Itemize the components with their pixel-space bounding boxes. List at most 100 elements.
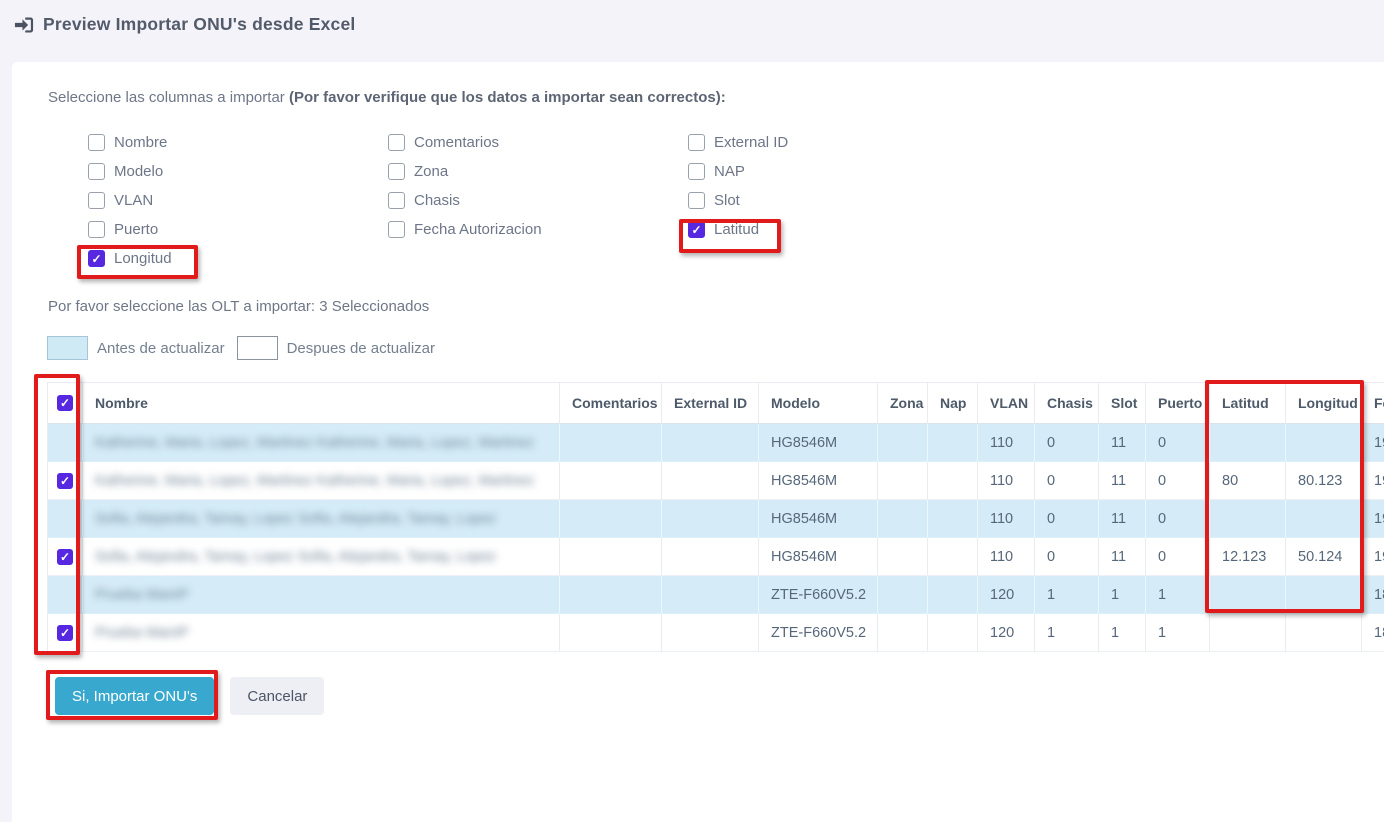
column-option-label: Longitud bbox=[114, 250, 172, 267]
cell-comentarios bbox=[560, 538, 662, 576]
row-select-cell bbox=[47, 424, 83, 462]
page-title: Preview Importar ONU's desde Excel bbox=[43, 14, 355, 35]
cell-chasis: 0 bbox=[1035, 500, 1099, 538]
legend-label-before: Antes de actualizar bbox=[97, 340, 225, 357]
onu-name-redacted: Prueba WanIP bbox=[95, 625, 189, 641]
checkbox-group-3: External IDNAPSlotLatitud bbox=[688, 134, 788, 238]
column-option-label: Nombre bbox=[114, 134, 167, 151]
cell-fecha-autorizacion: 19 bbox=[1362, 538, 1384, 576]
cell-comentarios bbox=[560, 424, 662, 462]
column-checkbox-latitud[interactable] bbox=[688, 221, 705, 238]
column-option-label: NAP bbox=[714, 163, 745, 180]
legend-label-after: Despues de actualizar bbox=[287, 340, 435, 357]
cell-zona bbox=[878, 462, 928, 500]
cell-longitud bbox=[1286, 424, 1362, 462]
sign-in-icon bbox=[14, 15, 34, 35]
olt-selected-count: 3 Seleccionados bbox=[319, 298, 429, 315]
row-select-cell bbox=[47, 500, 83, 538]
cell-vlan: 110 bbox=[978, 424, 1035, 462]
column-checkbox-fecha-autorizacion[interactable] bbox=[388, 221, 405, 238]
column-checkbox-external-id[interactable] bbox=[688, 134, 705, 151]
column-header-puerto: Puerto bbox=[1146, 383, 1210, 424]
cell-nap bbox=[928, 576, 978, 614]
column-checkbox-longitud[interactable] bbox=[88, 250, 105, 267]
table-row: Sofia, Alejandra, Tamay, Lopez Sofia, Al… bbox=[47, 500, 1384, 538]
import-confirm-button[interactable]: Si, Importar ONU's bbox=[55, 677, 214, 715]
column-option-label: Comentarios bbox=[414, 134, 499, 151]
table-row: Katherine, Maria, Lopez, Martinez Kather… bbox=[47, 462, 1384, 500]
cell-zona bbox=[878, 538, 928, 576]
cell-latitud bbox=[1210, 500, 1286, 538]
column-option-external-id: External ID bbox=[688, 134, 788, 151]
row-checkbox[interactable] bbox=[57, 473, 73, 489]
cell-longitud: 80.123 bbox=[1286, 462, 1362, 500]
cell-chasis: 1 bbox=[1035, 614, 1099, 652]
columns-instruction-bold: (Por favor verifique que los datos a imp… bbox=[289, 89, 726, 106]
cell-nap bbox=[928, 614, 978, 652]
cell-zona bbox=[878, 424, 928, 462]
column-header-chasis: Chasis bbox=[1035, 383, 1099, 424]
cell-puerto: 1 bbox=[1146, 576, 1210, 614]
cell-latitud bbox=[1210, 614, 1286, 652]
cell-fecha-autorizacion: 18 bbox=[1362, 614, 1384, 652]
column-checkbox-zona[interactable] bbox=[388, 163, 405, 180]
row-color-legend: Antes de actualizar Despues de actualiza… bbox=[47, 336, 447, 360]
select-all-checkbox[interactable] bbox=[57, 395, 73, 411]
cell-modelo: HG8546M bbox=[759, 538, 878, 576]
cell-chasis: 0 bbox=[1035, 462, 1099, 500]
column-checkbox-nombre[interactable] bbox=[88, 134, 105, 151]
cell-chasis: 0 bbox=[1035, 538, 1099, 576]
cell-chasis: 0 bbox=[1035, 424, 1099, 462]
column-header-slot: Slot bbox=[1099, 383, 1146, 424]
column-checkbox-comentarios[interactable] bbox=[388, 134, 405, 151]
cell-slot: 11 bbox=[1099, 424, 1146, 462]
cell-vlan: 110 bbox=[978, 500, 1035, 538]
cell-slot: 11 bbox=[1099, 500, 1146, 538]
cell-comentarios bbox=[560, 500, 662, 538]
column-checkbox-slot[interactable] bbox=[688, 192, 705, 209]
cell-puerto: 0 bbox=[1146, 424, 1210, 462]
cell-nombre: Sofia, Alejandra, Tamay, Lopez Sofia, Al… bbox=[83, 538, 560, 576]
columns-instruction: Seleccione las columnas a importar (Por … bbox=[48, 89, 726, 106]
legend-swatch-after bbox=[237, 336, 278, 360]
cell-chasis: 1 bbox=[1035, 576, 1099, 614]
cell-latitud: 12.123 bbox=[1210, 538, 1286, 576]
row-select-cell bbox=[47, 614, 83, 652]
cell-zona bbox=[878, 614, 928, 652]
cell-latitud bbox=[1210, 424, 1286, 462]
cell-zona bbox=[878, 500, 928, 538]
onu-name-redacted: Katherine, Maria, Lopez, Martinez Kather… bbox=[95, 473, 534, 489]
cell-external-id bbox=[662, 500, 759, 538]
cell-slot: 1 bbox=[1099, 614, 1146, 652]
cell-fecha-autorizacion: 19 bbox=[1362, 462, 1384, 500]
row-checkbox[interactable] bbox=[57, 625, 73, 641]
column-checkbox-modelo[interactable] bbox=[88, 163, 105, 180]
legend-swatch-before bbox=[47, 336, 88, 360]
row-select-cell bbox=[47, 538, 83, 576]
cell-puerto: 0 bbox=[1146, 500, 1210, 538]
column-checkbox-vlan[interactable] bbox=[88, 192, 105, 209]
olt-select-text: Por favor seleccione las OLT a importar:… bbox=[48, 298, 429, 315]
cell-comentarios bbox=[560, 462, 662, 500]
cell-vlan: 110 bbox=[978, 538, 1035, 576]
column-checkbox-nap[interactable] bbox=[688, 163, 705, 180]
cell-puerto: 0 bbox=[1146, 538, 1210, 576]
table-row: Katherine, Maria, Lopez, Martinez Kather… bbox=[47, 424, 1384, 462]
row-checkbox[interactable] bbox=[57, 549, 73, 565]
table-body: Katherine, Maria, Lopez, Martinez Kather… bbox=[47, 424, 1384, 652]
column-header-modelo: Modelo bbox=[759, 383, 878, 424]
cell-comentarios bbox=[560, 614, 662, 652]
column-option-label: Latitud bbox=[714, 221, 759, 238]
checkbox-group-2: ComentariosZonaChasisFecha Autorizacion bbox=[388, 134, 542, 238]
cell-nap bbox=[928, 462, 978, 500]
table-row: Prueba WanIPZTE-F660V5.212011118 bbox=[47, 576, 1384, 614]
cancel-button[interactable]: Cancelar bbox=[230, 677, 324, 715]
cell-vlan: 120 bbox=[978, 576, 1035, 614]
column-option-longitud: Longitud bbox=[88, 250, 172, 267]
column-header-external-id: External ID bbox=[662, 383, 759, 424]
cell-fecha-autorizacion: 19 bbox=[1362, 424, 1384, 462]
column-checkbox-chasis[interactable] bbox=[388, 192, 405, 209]
column-checkbox-puerto[interactable] bbox=[88, 221, 105, 238]
column-header-comentarios: Comentarios bbox=[560, 383, 662, 424]
column-option-label: VLAN bbox=[114, 192, 153, 209]
